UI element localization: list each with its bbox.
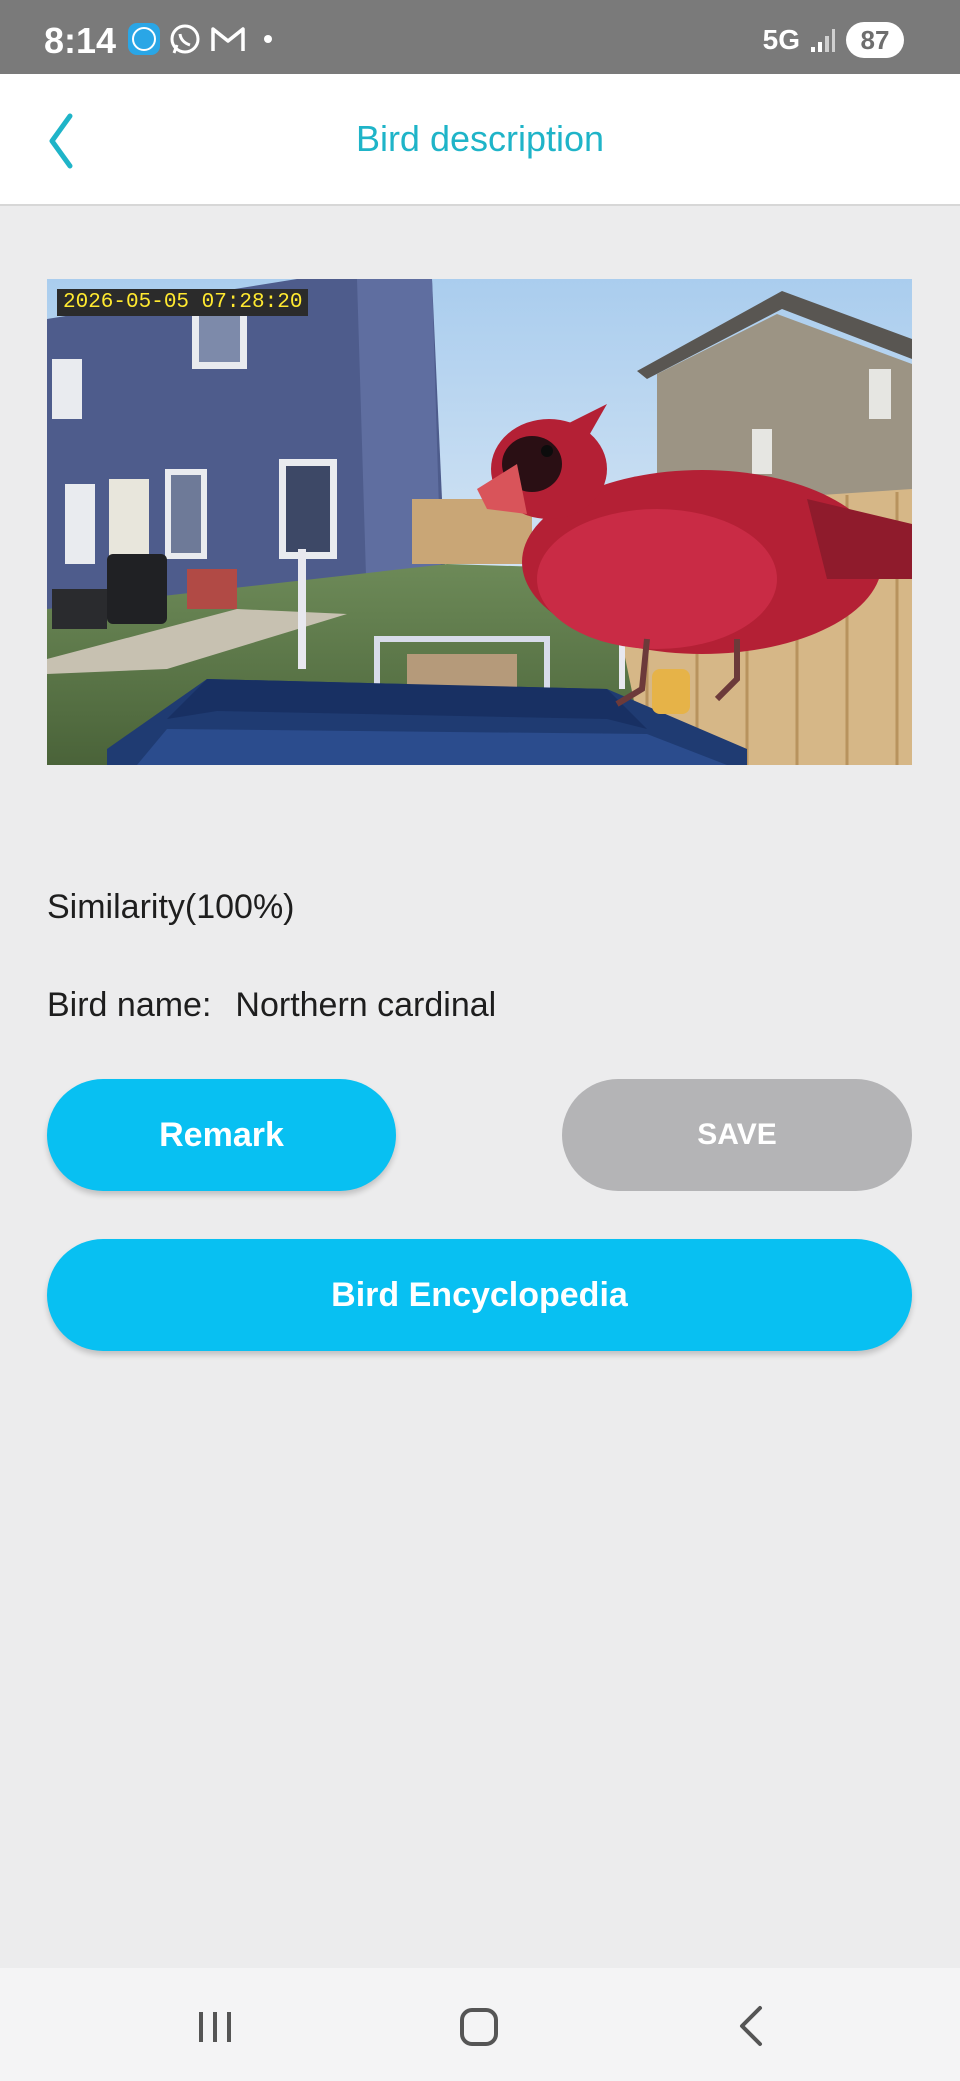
status-bar: 8:14 5G 87: [0, 0, 960, 74]
gmail-icon: [211, 27, 245, 51]
page-title: Bird description: [355, 118, 605, 159]
notification-icons: [128, 22, 272, 56]
signal-icon: [811, 29, 835, 52]
bird-name-value: Northern cardinal: [235, 986, 497, 1024]
bird-name-label: Bird name:: [47, 986, 212, 1024]
box-app-icon: [128, 23, 160, 55]
save-button[interactable]: SAVE: [562, 1079, 912, 1191]
more-notifications-dot: [264, 35, 272, 43]
back-icon[interactable]: [736, 2004, 766, 2048]
recent-apps-icon[interactable]: [196, 2010, 234, 2044]
similarity-score: Similarity(100%): [47, 888, 295, 926]
network-type: 5G: [762, 24, 800, 55]
bird-snapshot-image: 2026-05-05 07:28:20: [47, 279, 912, 765]
home-icon[interactable]: [460, 2008, 498, 2046]
status-time: 8:14: [44, 20, 117, 61]
remark-button[interactable]: Remark: [47, 1079, 396, 1191]
bird-encyclopedia-button[interactable]: Bird Encyclopedia: [47, 1239, 912, 1351]
bird-name-row: Bird name: Northern cardinal: [47, 986, 496, 1025]
photo-timestamp: 2026-05-05 07:28:20: [57, 289, 309, 316]
system-nav-bar: [0, 1968, 960, 2081]
whatsapp-icon: [170, 24, 200, 54]
app-bar: Bird description: [0, 74, 960, 206]
battery-indicator: 87: [846, 22, 904, 58]
